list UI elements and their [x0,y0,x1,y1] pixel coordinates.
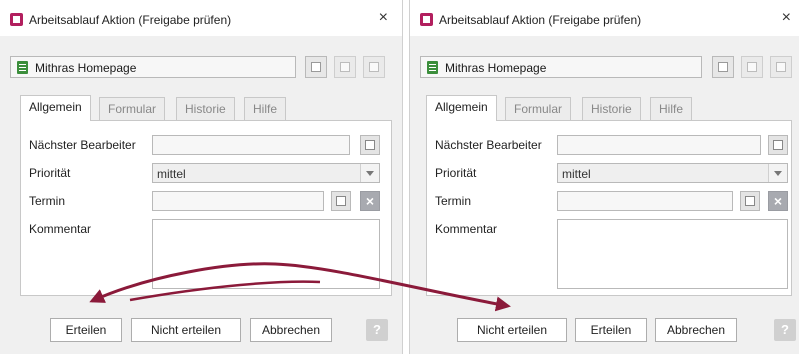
priority-label: Priorität [29,166,71,180]
deadline-field[interactable] [152,191,324,211]
preview-icon [369,62,379,72]
tab-hilfe[interactable]: Hilfe [650,97,693,120]
deny-button[interactable]: Nicht erteilen [131,318,241,342]
clear-x-icon[interactable]: × [360,191,380,211]
compare-button[interactable] [741,56,763,78]
workflow-dialog-left: Arbeitsablauf Aktion (Freigabe prüfen) ×… [0,0,403,354]
tab-allgemein[interactable]: Allgemein [20,95,91,121]
grant-button[interactable]: Erteilen [575,318,647,342]
calendar-button[interactable] [331,191,351,211]
close-icon[interactable]: × [379,9,388,27]
close-icon[interactable]: × [782,9,791,27]
priority-value: mittel [562,167,591,181]
calendar-button[interactable] [740,191,760,211]
general-panel: Nächster Bearbeiter Priorität mittel Ter… [20,120,392,296]
editor-field[interactable] [152,135,350,155]
compare-button[interactable] [334,56,356,78]
tab-formular[interactable]: Formular [99,97,166,120]
preview-icon [776,62,786,72]
display-icon [311,62,321,72]
calendar-icon [336,196,346,206]
general-panel: Nächster Bearbeiter Priorität mittel Ter… [426,120,792,296]
user-picker-icon [365,140,375,150]
editor-label: Nächster Bearbeiter [435,138,542,152]
tab-allgemein[interactable]: Allgemein [426,95,497,121]
clear-x-icon[interactable]: × [768,191,788,211]
comment-textarea[interactable] [152,219,380,289]
dialog-title: Arbeitsablauf Aktion (Freigabe prüfen) [29,13,232,27]
object-field: Mithras Homepage [420,56,702,78]
workflow-app-icon [10,13,23,26]
priority-select[interactable]: mittel [152,163,380,183]
page-object-icon [427,61,438,74]
user-picker-button[interactable] [360,135,380,155]
object-field: Mithras Homepage [10,56,296,78]
editor-label: Nächster Bearbeiter [29,138,136,152]
page-object-icon [17,61,28,74]
editor-field[interactable] [557,135,761,155]
cancel-button[interactable]: Abbrechen [655,318,737,342]
deadline-label: Termin [435,194,472,208]
cancel-button[interactable]: Abbrechen [250,318,332,342]
compare-icon [747,62,757,72]
chevron-down-icon[interactable] [360,164,379,182]
calendar-icon [745,196,755,206]
preview-button[interactable] [363,56,385,78]
priority-label: Priorität [435,166,477,180]
user-picker-button[interactable] [768,135,788,155]
object-name: Mithras Homepage [445,61,547,75]
title-bar: Arbeitsablauf Aktion (Freigabe prüfen) × [410,0,799,36]
workflow-app-icon [420,13,433,26]
comment-label: Kommentar [435,222,498,236]
workflow-dialog-right: Arbeitsablauf Aktion (Freigabe prüfen) ×… [409,0,799,354]
compare-icon [340,62,350,72]
deadline-label: Termin [29,194,66,208]
display-button[interactable] [712,56,734,78]
deny-button[interactable]: Nicht erteilen [457,318,567,342]
priority-select[interactable]: mittel [557,163,788,183]
comment-label: Kommentar [29,222,92,236]
deadline-field[interactable] [557,191,733,211]
dialog-title: Arbeitsablauf Aktion (Freigabe prüfen) [439,13,642,27]
help-icon[interactable]: ? [366,319,388,341]
user-picker-icon [773,140,783,150]
tab-historie[interactable]: Historie [176,97,235,120]
help-icon[interactable]: ? [774,319,796,341]
display-button[interactable] [305,56,327,78]
tab-hilfe[interactable]: Hilfe [244,97,287,120]
tab-formular[interactable]: Formular [505,97,572,120]
grant-button[interactable]: Erteilen [50,318,122,342]
priority-value: mittel [157,167,186,181]
display-icon [718,62,728,72]
tab-historie[interactable]: Historie [582,97,641,120]
preview-button[interactable] [770,56,792,78]
object-name: Mithras Homepage [35,61,137,75]
title-bar: Arbeitsablauf Aktion (Freigabe prüfen) × [0,0,402,36]
chevron-down-icon[interactable] [768,164,787,182]
comment-textarea[interactable] [557,219,788,289]
